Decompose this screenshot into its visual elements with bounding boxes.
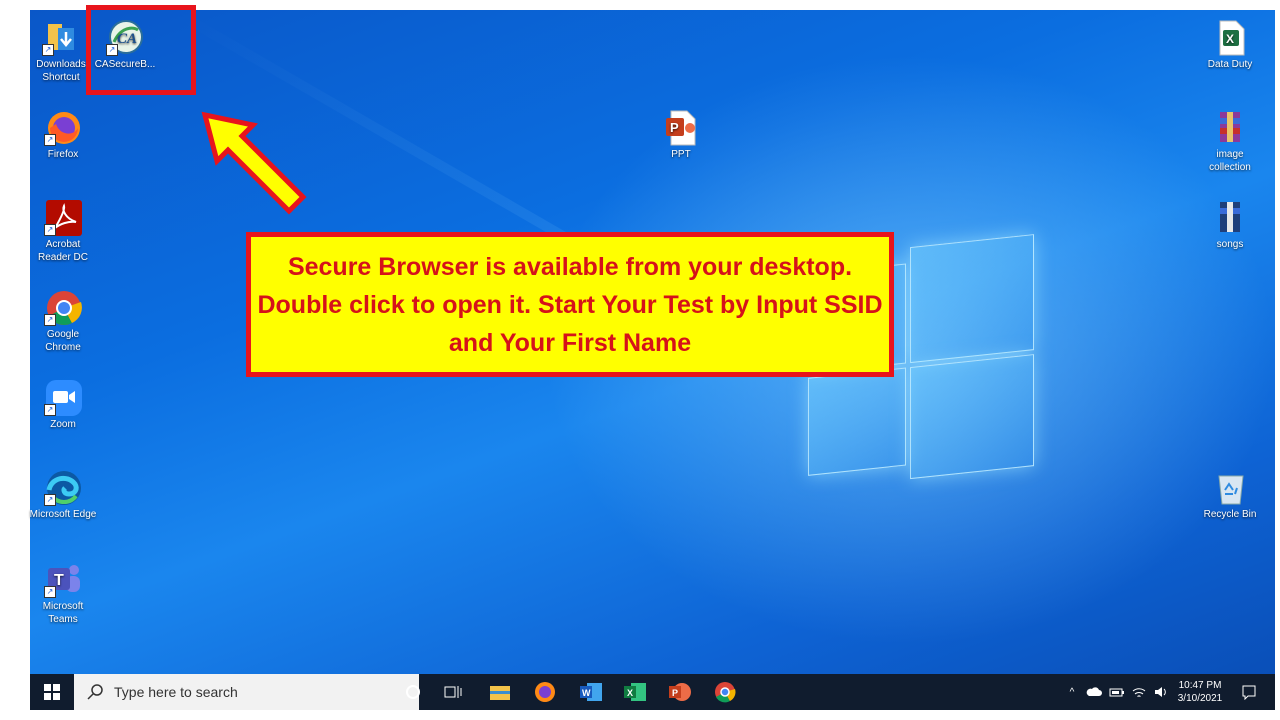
highlight-box (86, 5, 196, 95)
powerpoint-icon: P (669, 683, 691, 701)
instruction-callout: Secure Browser is available from your de… (246, 232, 894, 377)
firefox-icon (535, 682, 555, 702)
chevron-up-icon: ^ (1069, 686, 1075, 698)
file-explorer-icon (490, 686, 510, 700)
shortcut-arrow-icon: ↗ (44, 404, 56, 416)
chrome-icon (715, 682, 736, 703)
excel-icon: X (624, 683, 646, 701)
shortcut-arrow-icon: ↗ (44, 134, 56, 146)
taskbar-chrome[interactable] (710, 674, 740, 710)
clock-date: 3/10/2021 (1177, 693, 1223, 704)
logo-pane (808, 367, 906, 476)
desktop-icon-zoom[interactable]: ↗ Zoom (28, 378, 98, 431)
icon-label: Data Duty (1207, 59, 1253, 70)
tray-overflow-chevron[interactable]: ^ (1065, 674, 1079, 710)
acrobat-icon: ↗ (44, 198, 82, 236)
desktop-icon-firefox[interactable]: ↗ Firefox (28, 108, 98, 161)
logo-pane (910, 234, 1034, 364)
cloud-icon (1086, 687, 1102, 696)
desktop-icon-edge[interactable]: ↗ Microsoft Edge (28, 468, 98, 521)
start-button[interactable] (30, 674, 74, 710)
battery-tray[interactable] (1108, 674, 1126, 710)
battery-icon (1109, 688, 1124, 697)
icon-label: Firefox (47, 149, 79, 160)
desktop-icon-data-duty[interactable]: X Data Duty (1195, 18, 1265, 71)
desktop-icon-teams[interactable]: T ↗ Microsoft Teams (28, 560, 98, 626)
wifi-tray[interactable] (1130, 674, 1148, 710)
taskbar-firefox[interactable] (530, 674, 560, 710)
wifi-icon (1132, 688, 1146, 697)
icon-label: image collection (1209, 149, 1251, 173)
volume-tray[interactable] (1152, 674, 1170, 710)
shortcut-arrow-icon: ↗ (44, 586, 56, 598)
taskbar-file-explorer[interactable] (485, 674, 515, 710)
edge-icon: ↗ (44, 468, 82, 506)
pointer-arrow-icon (201, 111, 307, 215)
icon-label: Recycle Bin (1203, 509, 1257, 520)
shortcut-arrow-icon: ↗ (44, 494, 56, 506)
search-icon (87, 684, 103, 700)
taskbar-word[interactable]: W (576, 674, 606, 710)
desktop-icon-recycle-bin[interactable]: Recycle Bin (1195, 468, 1265, 521)
desktop-icon-ppt[interactable]: P PPT (646, 108, 716, 161)
icon-label: Google Chrome (45, 329, 81, 353)
svg-text:W: W (582, 688, 591, 698)
desktop-icon-image-collection[interactable]: image collection (1195, 108, 1265, 174)
svg-text:P: P (670, 120, 679, 135)
zoom-icon: ↗ (44, 378, 82, 416)
search-placeholder: Type here to search (114, 684, 238, 700)
powerpoint-file-icon: P (662, 108, 700, 146)
cortana-button[interactable] (398, 674, 428, 710)
clock[interactable]: 10:47 PM 3/10/2021 (1172, 674, 1228, 710)
icon-label: songs (1216, 239, 1244, 250)
task-view-button[interactable] (438, 674, 468, 710)
teams-icon: T ↗ (44, 560, 82, 598)
winrar-archive-icon (1211, 198, 1249, 236)
cortana-icon (406, 685, 420, 699)
winrar-archive-icon (1211, 108, 1249, 146)
logo-pane (910, 354, 1034, 480)
clock-time: 10:47 PM (1178, 680, 1222, 691)
onedrive-tray[interactable] (1085, 674, 1103, 710)
firefox-icon: ↗ (44, 108, 82, 146)
svg-text:P: P (672, 688, 678, 698)
icon-label: Acrobat Reader DC (37, 239, 89, 263)
folder-icon: ↗ (42, 18, 80, 56)
taskbar: Type here to search W X P ^ 10:47 PM 3/1… (30, 674, 1275, 710)
taskbar-excel[interactable]: X (620, 674, 650, 710)
shortcut-arrow-icon: ↗ (44, 314, 56, 326)
shortcut-arrow-icon: ↗ (44, 224, 56, 236)
action-center-button[interactable] (1235, 674, 1263, 710)
desktop-icon-chrome[interactable]: ↗ Google Chrome (28, 288, 98, 354)
speaker-icon (1155, 687, 1166, 697)
callout-text: Secure Browser is available from your de… (257, 252, 883, 357)
icon-label: Zoom (50, 419, 76, 430)
icon-label: Microsoft Teams (42, 601, 84, 625)
svg-text:X: X (627, 688, 633, 698)
word-icon: W (580, 683, 602, 701)
recycle-bin-icon (1211, 468, 1249, 506)
shortcut-arrow-icon: ↗ (42, 44, 54, 56)
notification-icon (1242, 685, 1256, 700)
desktop-icon-acrobat[interactable]: ↗ Acrobat Reader DC (28, 198, 98, 264)
desktop-icon-songs[interactable]: songs (1195, 198, 1265, 251)
chrome-icon: ↗ (44, 288, 82, 326)
excel-file-icon: X (1211, 18, 1249, 56)
windows-start-icon (44, 684, 60, 700)
taskbar-search-box[interactable]: Type here to search (74, 674, 419, 710)
svg-text:X: X (1226, 32, 1234, 46)
task-view-icon (444, 686, 462, 698)
taskbar-powerpoint[interactable]: P (665, 674, 695, 710)
icon-label: PPT (671, 149, 691, 160)
icon-label: Microsoft Edge (29, 509, 97, 520)
